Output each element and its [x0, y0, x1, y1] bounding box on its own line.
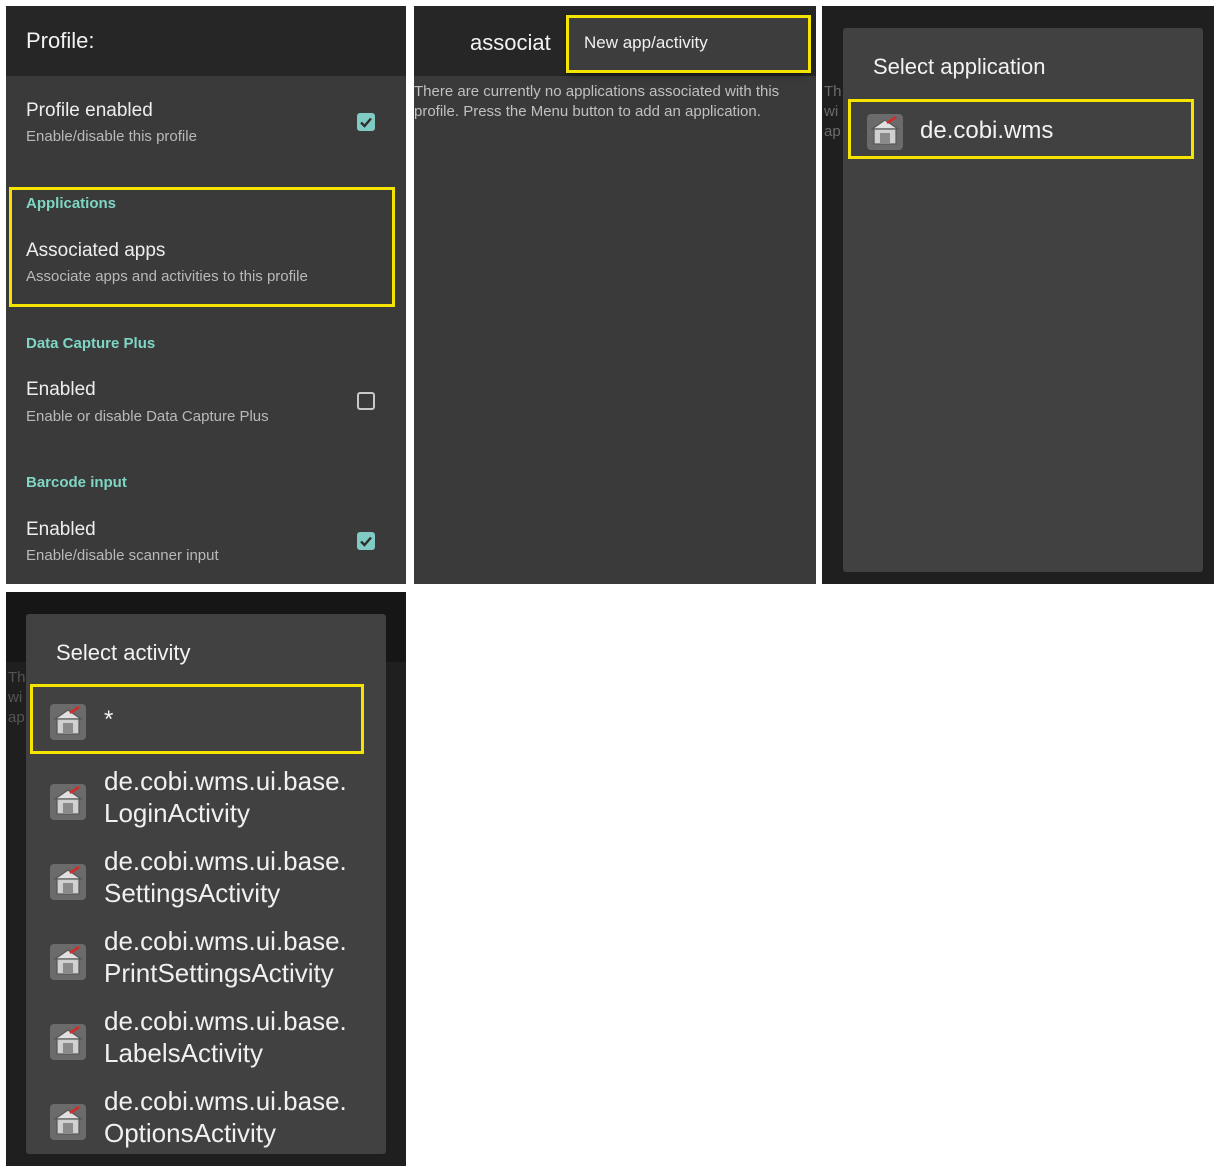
barcode-enabled-title: Enabled	[26, 519, 96, 540]
page-title: associat	[470, 30, 551, 55]
select-application-screen: Th wi ap Select application de.cobi.wms	[822, 6, 1214, 584]
activity-package: de.cobi.wms.ui.base.	[104, 1006, 347, 1036]
overflow-menu: New app/activity	[568, 16, 808, 72]
associated-apps-subtitle: Associate apps and activities to this pr…	[26, 268, 308, 285]
dialog-title: Select application	[873, 54, 1046, 79]
activity-class: OptionsActivity	[104, 1118, 276, 1148]
activity-package: de.cobi.wms.ui.base.	[104, 766, 347, 796]
activity-item-print-settings[interactable]: de.cobi.wms.ui.base. PrintSettingsActivi…	[26, 922, 386, 1002]
profile-enabled-title: Profile enabled	[26, 100, 153, 121]
warehouse-app-icon	[867, 114, 903, 150]
application-label: de.cobi.wms	[920, 117, 1054, 144]
associated-apps-title: Associated apps	[26, 240, 166, 261]
activity-class: LabelsActivity	[104, 1038, 263, 1068]
applications-category: Applications	[26, 195, 117, 212]
warehouse-app-icon	[50, 1024, 86, 1060]
warehouse-app-icon	[50, 704, 86, 740]
select-activity-dialog: Select activity * de.cobi.wms.ui.base. L…	[26, 614, 386, 1154]
activity-package: de.cobi.wms.ui.base.	[104, 1086, 347, 1116]
barcode-enabled-subtitle: Enable/disable scanner input	[26, 547, 219, 564]
data-capture-plus-category: Data Capture Plus	[26, 335, 156, 352]
background-text: Th wi ap	[824, 83, 842, 140]
dcp-enabled-checkbox[interactable]	[357, 392, 375, 410]
dialog-title: Select activity	[56, 640, 191, 665]
activity-package: de.cobi.wms.ui.base.	[104, 846, 347, 876]
activity-class: LoginActivity	[104, 798, 250, 828]
activity-item-login[interactable]: de.cobi.wms.ui.base. LoginActivity	[26, 762, 386, 842]
dcp-enabled-title: Enabled	[26, 379, 96, 400]
activity-item-options[interactable]: de.cobi.wms.ui.base. OptionsActivity	[26, 1082, 386, 1162]
activity-item-wildcard[interactable]: *	[26, 694, 386, 748]
activity-package: de.cobi.wms.ui.base.	[104, 926, 347, 956]
profile-enabled-checkbox[interactable]	[357, 113, 375, 131]
warehouse-app-icon	[50, 784, 86, 820]
warehouse-app-icon	[50, 944, 86, 980]
barcode-input-category: Barcode input	[26, 474, 127, 491]
activity-item-labels[interactable]: de.cobi.wms.ui.base. LabelsActivity	[26, 1002, 386, 1082]
select-activity-screen: Th wi ap Select activity * de.cobi.wms.u…	[6, 592, 406, 1166]
dcp-enabled-subtitle: Enable or disable Data Capture Plus	[26, 408, 269, 425]
activity-class: PrintSettingsActivity	[104, 958, 334, 988]
profile-toolbar: Profile:	[6, 6, 406, 76]
application-item-de-cobi-wms[interactable]: de.cobi.wms	[843, 104, 1203, 160]
associated-apps-screen: associat There are currently no applicat…	[414, 6, 816, 584]
activity-class: SettingsActivity	[104, 878, 281, 908]
activity-item-settings[interactable]: de.cobi.wms.ui.base. SettingsActivity	[26, 842, 386, 922]
empty-state-message: There are currently no applications asso…	[414, 83, 780, 120]
new-app-activity-menu-item[interactable]: New app/activity	[584, 33, 708, 53]
warehouse-app-icon	[50, 864, 86, 900]
barcode-enabled-checkbox[interactable]	[357, 532, 375, 550]
page-title: Profile:	[26, 28, 95, 53]
activity-label: *	[104, 706, 114, 733]
select-application-dialog: Select application de.cobi.wms	[843, 28, 1203, 572]
profile-settings-screen: Profile: Profile enabled Enable/disable …	[6, 6, 406, 584]
checkmark-icon	[360, 117, 372, 128]
profile-enabled-subtitle: Enable/disable this profile	[26, 128, 197, 145]
checkmark-icon	[360, 536, 372, 547]
background-text: Th wi ap	[8, 669, 26, 726]
warehouse-app-icon	[50, 1104, 86, 1140]
